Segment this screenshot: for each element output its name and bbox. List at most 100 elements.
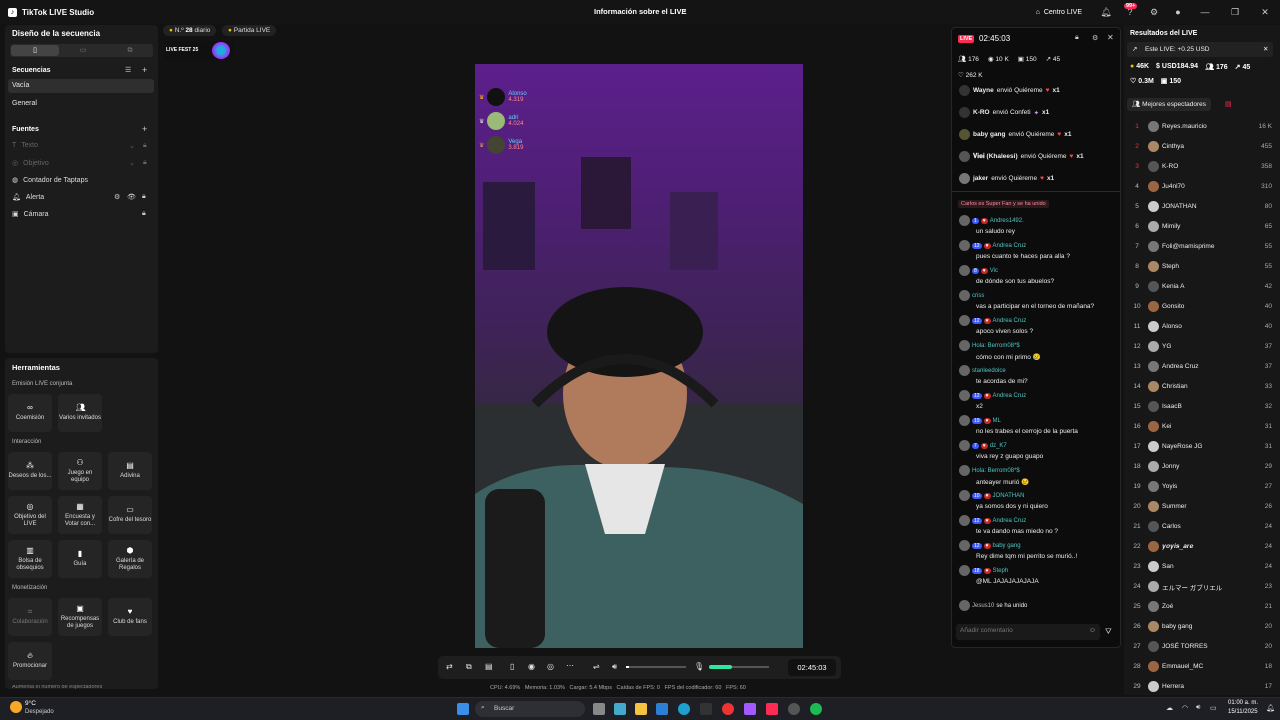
lock-icon[interactable]: 🔒︎ [1075, 34, 1079, 42]
ranking-row[interactable]: 18 Jonny 29 [1130, 461, 1272, 472]
tool-adivina[interactable]: ▤ Adivina [108, 452, 152, 490]
list-icon[interactable]: ☰ [125, 66, 131, 74]
chat-username[interactable]: Vic [990, 268, 998, 274]
chat-username[interactable]: Andrea Cruz [993, 393, 1027, 399]
add-source-icon[interactable]: + [142, 124, 147, 134]
ranking-row[interactable]: 13 Andrea Cruz 37 [1130, 361, 1272, 372]
ranking-row[interactable]: 8 Steph 55 [1130, 261, 1272, 272]
chat-message[interactable]: Hola: Berrom08*$ anteayer murió 😢 [959, 465, 1117, 486]
emoji-icon[interactable]: ☺ [1089, 627, 1096, 634]
ranking-row[interactable]: 19 Yoyis 27 [1130, 481, 1272, 492]
live-match-badge[interactable]: ● Partida LIVE [222, 25, 277, 36]
ranking-row[interactable]: 22 𝒚𝒐𝒚𝒊𝒔_𝒂𝒓𝒆 24 [1130, 541, 1272, 552]
ranking-row[interactable]: 15 IsaacB 32 [1130, 401, 1272, 412]
close-icon[interactable]: ✕ [1263, 45, 1268, 53]
best-viewers-tab[interactable]: 👥︎ Mejores espectadores [1127, 98, 1212, 111]
landscape-icon[interactable]: ▭ [60, 45, 106, 56]
shuffle-icon[interactable]: ⇄ [446, 662, 453, 671]
scene-item-general[interactable]: General [12, 100, 37, 107]
tool-juego-equipo[interactable]: ⚇ Juego en equipo [58, 452, 102, 490]
tool-objetivo[interactable]: ◎ Objetivo del LIVE [8, 496, 52, 534]
tool-varios-invitados[interactable]: 👥︎ Varios invitados [58, 394, 102, 432]
centro-live-button[interactable]: ⌂ Centro LIVE [1036, 9, 1082, 16]
layout-icon[interactable]: ▤ [485, 662, 493, 671]
share-icon[interactable]: ↗ [680, 7, 687, 16]
ranking-row[interactable]: 27 JOSÉ TORRES 20 [1130, 641, 1272, 652]
maximize-button[interactable]: ❐ [1220, 7, 1250, 18]
chat-username[interactable]: ML [993, 418, 1001, 424]
chat-message[interactable]: 10 ♥ JONATHAN ya somos dos y ni quiero [959, 490, 1117, 510]
clock-date[interactable]: 15/11/2025 [1228, 709, 1258, 715]
chat-username[interactable]: Steph [993, 568, 1009, 574]
tool-club-fans[interactable]: ♥ Club de fans [108, 598, 152, 636]
add-scene-icon[interactable]: + [142, 65, 147, 75]
phone-icon[interactable]: ▯ [510, 662, 514, 671]
ranking-row[interactable]: 24 エルマー ガブリエル 23 [1130, 581, 1272, 592]
chat-message[interactable]: 12 ♥ Andrea Cruz x2 [959, 390, 1117, 410]
taskbar-search[interactable]: ⌕ Buscar [475, 701, 585, 717]
figma-icon[interactable] [744, 703, 756, 715]
volume-icon[interactable]: 🔊︎ [1196, 704, 1200, 712]
speaker-volume-slider[interactable] [626, 666, 686, 668]
chat-message[interactable]: Hola: Berrom08*$ cómo con mi primo 😢 [959, 340, 1117, 361]
tool-bolsa[interactable]: ▥ Bolsa de obsequios [8, 540, 52, 578]
live-info-title[interactable]: Información sobre el LIVE [594, 7, 687, 16]
ranking-row[interactable]: 7 Foli@mamisprime 55 [1130, 241, 1272, 252]
chat-message[interactable]: 8 ♥ Vic de dónde son tus abuelos? [959, 265, 1117, 285]
orientation-switch[interactable]: ▯ ▭ ⧉ [10, 44, 153, 57]
ranking-row[interactable]: 5 JONATHAN 80 [1130, 201, 1272, 212]
ranking-row[interactable]: 3 K-RO 358 [1130, 161, 1272, 172]
chat-message[interactable]: stanleedolce te acordas de mi? [959, 365, 1117, 385]
ranking-row[interactable]: 16 Kei 31 [1130, 421, 1272, 432]
battery-icon[interactable]: ▭ [1210, 704, 1217, 712]
ranking-row[interactable]: 11 Alonso 40 [1130, 321, 1272, 332]
copilot-icon[interactable] [614, 703, 626, 715]
ranking-row[interactable]: 20 Summer 26 [1130, 501, 1272, 512]
source-alerta[interactable]: 🔔︎ Alerta [12, 193, 44, 202]
chat-message[interactable]: 7 ♥ dz_K7 viva rey z guapo guapo [959, 440, 1117, 460]
wifi-icon[interactable]: ◠ [1182, 704, 1188, 712]
chat-username[interactable]: dz_K7 [990, 443, 1007, 449]
chevron-down-icon[interactable]: ⌄ [129, 159, 135, 167]
more-icon[interactable]: ⋯ [566, 661, 574, 670]
ranking-row[interactable]: 2 Cinthya 455 [1130, 141, 1272, 152]
effects-icon[interactable]: ⧉ [466, 662, 472, 672]
ranking-row[interactable]: 28 Emmauel_MC 18 [1130, 661, 1272, 672]
chat-message[interactable]: 12 ♥ Andrea Cruz pues cuanto te haces para … [959, 240, 1117, 260]
camera-switch-icon[interactable]: ◎ [547, 662, 554, 671]
settings-icon[interactable]: ⚙ [1142, 7, 1166, 18]
ranking-row[interactable]: 9 Kenia A 42 [1130, 281, 1272, 292]
scene-item-vacia[interactable]: Vacía [8, 79, 154, 93]
spotify-icon[interactable] [810, 703, 822, 715]
tool-deseos[interactable]: ⁂ Deseos de los... [8, 452, 52, 490]
tiktok-icon[interactable] [766, 703, 778, 715]
chat-message[interactable]: 12 ♥ Andrea Cruz apoco viven solos ? [959, 315, 1117, 335]
tool-coemision[interactable]: ∞ Coemisión [8, 394, 52, 432]
settings-icon[interactable]: ⚙ [114, 193, 120, 201]
ranking-row[interactable]: 23 San 24 [1130, 561, 1272, 572]
chat-username[interactable]: stanleedolce [972, 368, 1006, 374]
chat-message[interactable]: 1 ♥ Andres1492. un saludo rey [959, 215, 1117, 235]
weather-icon[interactable] [10, 701, 22, 713]
ranking-row[interactable]: 10 Gonsito 40 [1130, 301, 1272, 312]
mail-icon[interactable] [656, 703, 668, 715]
close-icon[interactable]: ✕ [1107, 33, 1114, 42]
chat-username[interactable]: criss [972, 293, 984, 299]
lock-icon[interactable]: 🔒︎ [142, 193, 146, 201]
chrome-icon[interactable] [722, 703, 734, 715]
microphone-icon[interactable]: 🎙︎ [694, 662, 704, 671]
chat-username[interactable]: Hola: Berrom08*$ [972, 468, 1020, 474]
chat-message[interactable]: criss vas a participar en el torneo de ma… [959, 290, 1117, 310]
ranking-row[interactable]: 6 Mimily 65 [1130, 221, 1272, 232]
minimize-button[interactable]: — [1190, 7, 1220, 17]
clock-time[interactable]: 01:00 a. m. [1228, 700, 1258, 706]
chat-username[interactable]: Andres1492. [990, 218, 1024, 224]
tool-promocionar[interactable]: 🔥︎ Promocionar [8, 642, 52, 680]
tool-recompensas[interactable]: ▣ Recompensas de juegos [58, 598, 102, 636]
portrait-icon[interactable]: ▯ [11, 45, 59, 56]
tiktok-studio-icon[interactable] [700, 703, 712, 715]
chat-username[interactable]: Andrea Cruz [993, 243, 1027, 249]
ranking-row[interactable]: 26 baby gang 20 [1130, 621, 1272, 632]
tool-encuesta[interactable]: ▦ Encuesta y Votar con... [58, 496, 102, 534]
filter-icon[interactable]: ⛛ [1105, 627, 1112, 637]
